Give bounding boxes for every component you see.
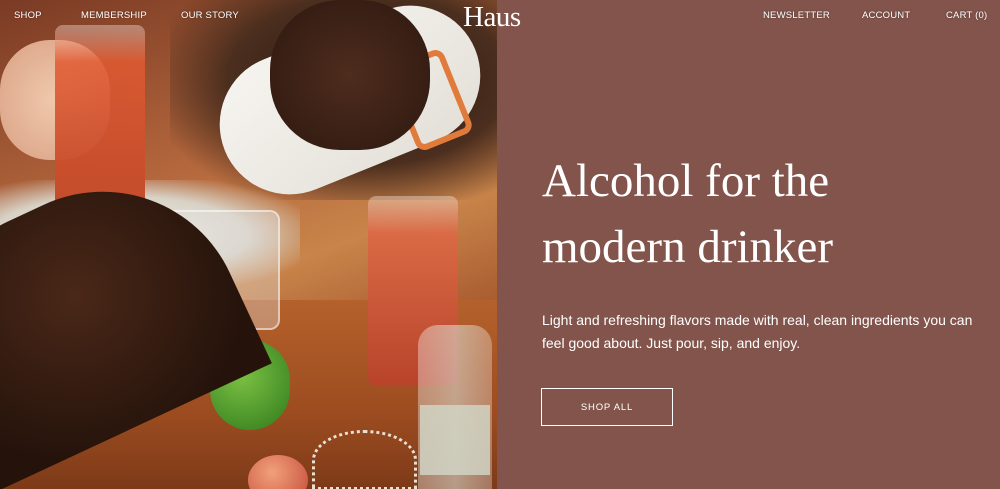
hero-title: Alcohol for the modern drinker — [542, 155, 834, 273]
nav-shop-link[interactable]: SHOP — [14, 10, 42, 22]
nav-newsletter-link[interactable]: NEWSLETTER — [763, 10, 830, 22]
nav-account-link[interactable]: ACCOUNT — [862, 10, 910, 22]
pink-drink-glass — [55, 25, 145, 210]
hero-subtitle: Light and refreshing flavors made with r… — [542, 312, 973, 351]
nav-cart-link[interactable]: CART (0) — [946, 10, 987, 22]
hero-photo — [0, 0, 497, 489]
hand-pouring — [270, 0, 430, 150]
soda-bottle-label — [420, 405, 490, 475]
nav-membership-link[interactable]: MEMBERSHIP — [81, 10, 147, 22]
woven-basket — [312, 430, 417, 489]
brand-logo[interactable]: Haus — [463, 0, 521, 34]
shop-all-button[interactable]: SHOP ALL — [541, 388, 673, 426]
nav-our-story-link[interactable]: OUR STORY — [181, 10, 239, 22]
